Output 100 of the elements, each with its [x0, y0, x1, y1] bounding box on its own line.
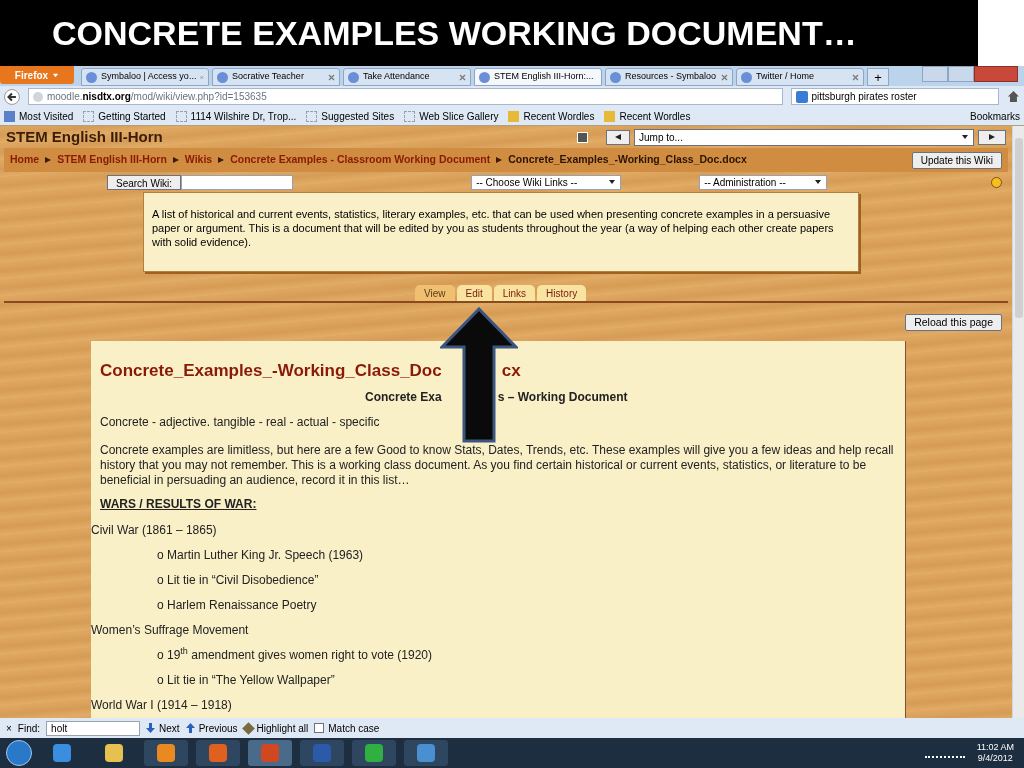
down-arrow-icon: [146, 723, 156, 733]
list-subitem: o 19$^{th}$ amendment gives women right to vote (1920): [157, 645, 432, 664]
list-item: Civil War (1861 – 1865): [91, 521, 217, 539]
bookmarks-menu[interactable]: Bookmarks: [970, 108, 1020, 124]
browser-tab[interactable]: Socrative Teacher: [212, 68, 340, 86]
caret-icon: [52, 71, 60, 79]
search-field[interactable]: pittsburgh pirates roster: [790, 88, 1000, 105]
favicon-icon: [217, 71, 228, 83]
page-icon: [4, 110, 15, 122]
wiki-tab[interactable]: Links: [493, 285, 536, 301]
wiki-tab[interactable]: Edit: [456, 285, 492, 301]
bookmark-link[interactable]: Getting Started: [98, 108, 166, 124]
page-icon: [306, 110, 318, 122]
tab-label: Symbaloo | Access yo...: [101, 70, 197, 84]
search-wiki-button[interactable]: Search Wiki:: [107, 174, 182, 190]
tab-label: Twitter / Home: [756, 70, 815, 84]
list-subitem: o Martin Luther King Jr. Speech (1963): [157, 546, 364, 564]
close-icon[interactable]: [721, 73, 728, 81]
taskbar-app-icon[interactable]: [144, 740, 188, 766]
highlighter-icon: [241, 721, 255, 735]
document-subtitle: Concrete Exa: [365, 388, 442, 406]
slide-title: CONCRETE EXAMPLES WORKING DOCUMENT…: [52, 12, 857, 54]
list-item: Women’s Suffrage Movement: [91, 621, 249, 639]
section-heading: WARS / RESULTS OF WAR:: [100, 496, 258, 513]
list-subitem: o Harlem Renaissance Poetry: [157, 596, 317, 614]
separator-icon: [44, 156, 53, 164]
browser-tab[interactable]: Twitter / Home: [736, 68, 864, 86]
up-arrow-icon: [185, 723, 195, 733]
intro-paragraph: Concrete examples are limitless, but here are a few Good to know Stats, Dates, Trends, etc. These examples will give you a few ideas and help recall history that you may not remember. This is a working class document. As you find certain historical or current events, statistics, or literature to be beneficial in persuading an audience, record it in this list…: [100, 442, 895, 489]
clock-date: 9/4/2012: [977, 753, 1013, 764]
definition-text: Concrete - adjective. tangible - real - actual - specific: [100, 414, 381, 431]
feed-icon: [508, 110, 520, 122]
browser-tab[interactable]: Take Attendance: [343, 68, 471, 86]
bookmark-link[interactable]: Web Slice Gallery: [419, 108, 499, 124]
search-input[interactable]: [181, 174, 294, 190]
page-icon: [404, 110, 416, 122]
favicon-icon: [348, 71, 359, 83]
feed-icon: [604, 110, 616, 122]
tab-label: Socrative Teacher: [232, 70, 305, 84]
close-icon[interactable]: [852, 73, 859, 81]
right-arrow-icon: [988, 133, 996, 141]
bookmark-link[interactable]: Recent Wordles: [523, 108, 595, 124]
close-find-button[interactable]: ×: [6, 720, 12, 736]
next-link[interactable]: Next: [159, 720, 180, 736]
separator-icon: [495, 156, 504, 164]
wiki-links-select[interactable]: -- Choose Wiki Links --: [471, 174, 622, 190]
new-tab-button[interactable]: +: [867, 68, 889, 86]
breadcrumb-current: Concrete_Examples_-Working_Class_Doc.docx: [508, 152, 747, 168]
favicon-icon: [86, 71, 97, 83]
document-heading: Concrete_Examples_-Working_Class_Doc: [100, 360, 442, 383]
find-field[interactable]: holt: [46, 720, 141, 736]
page-icon: [577, 131, 588, 143]
taskbar-app-icon[interactable]: [352, 740, 396, 766]
bookmark-link[interactable]: Suggested Sites: [321, 108, 395, 124]
find-label: Find:: [17, 721, 41, 736]
tab-label: Resources - Symbaloo: [625, 70, 717, 84]
bookmark-link[interactable]: 1114 Wilshire Dr, Trop...: [190, 108, 297, 124]
browser-tab[interactable]: Resources - Symbaloo: [605, 68, 733, 86]
wiki-tab[interactable]: History: [537, 285, 587, 301]
document-subtitle: s – Working Document: [497, 388, 628, 406]
left-arrow-icon: [614, 133, 622, 141]
match-case-label: Match case: [328, 721, 380, 736]
caret-icon: [961, 133, 969, 141]
next-button[interactable]: [978, 129, 1006, 145]
page-icon: [175, 110, 187, 122]
reload-button[interactable]: Reload this page: [905, 313, 1002, 331]
update-wiki-button[interactable]: Update this Wiki: [911, 151, 1002, 169]
start-button[interactable]: [6, 740, 32, 766]
browser-tab[interactable]: STEM English III-Horn:...: [474, 68, 602, 86]
browser-tab[interactable]: Symbaloo | Access yo...: [81, 68, 209, 86]
document-heading: cx: [501, 360, 521, 383]
previous-link[interactable]: Previous: [198, 720, 238, 736]
address-field[interactable]: moodle.nisdtx.org/mod/wiki/view.php?id=153635: [27, 88, 783, 105]
previous-button[interactable]: [606, 129, 630, 145]
help-icon[interactable]: [991, 176, 1002, 188]
caret-icon: [814, 178, 823, 186]
close-icon[interactable]: [459, 73, 466, 81]
favicon-icon: [610, 71, 621, 83]
separator-icon: [217, 156, 226, 164]
description-text: A list of historical and current events, statistics, literary examples, etc. that can be used when presenting concrete examples in a persuasive paper or argument. This is a document that will be edited by you as students throughout the year (a way of helping each other create papers with solid evidence).: [152, 207, 835, 249]
bookmark-link[interactable]: Recent Wordles: [619, 108, 691, 124]
checkbox[interactable]: [314, 723, 325, 733]
bookmark-link[interactable]: Most Visited: [19, 108, 74, 124]
list-item: World War I (1914 – 1918): [91, 696, 232, 714]
course-title: STEM English III-Horn: [6, 126, 163, 147]
home-icon[interactable]: [1007, 90, 1020, 103]
wiki-tab[interactable]: View: [415, 285, 455, 301]
highlight-all-button[interactable]: Highlight all: [256, 720, 309, 736]
administration-select[interactable]: -- Administration --: [699, 174, 828, 190]
clock-time: 11:02 AM: [976, 742, 1014, 753]
jump-to-select[interactable]: Jump to...: [634, 128, 974, 146]
tab-label: Take Attendance: [363, 70, 431, 84]
back-icon[interactable]: [4, 88, 20, 105]
caret-icon: [608, 178, 617, 186]
close-icon[interactable]: [328, 73, 335, 81]
favicon-icon: [479, 71, 490, 83]
favicon-icon: [741, 71, 752, 83]
list-subitem: o Lit tie in “Civil Disobedience”: [157, 571, 319, 589]
page-icon: [83, 110, 95, 122]
tab-label: STEM English III-Horn:...: [494, 70, 594, 84]
